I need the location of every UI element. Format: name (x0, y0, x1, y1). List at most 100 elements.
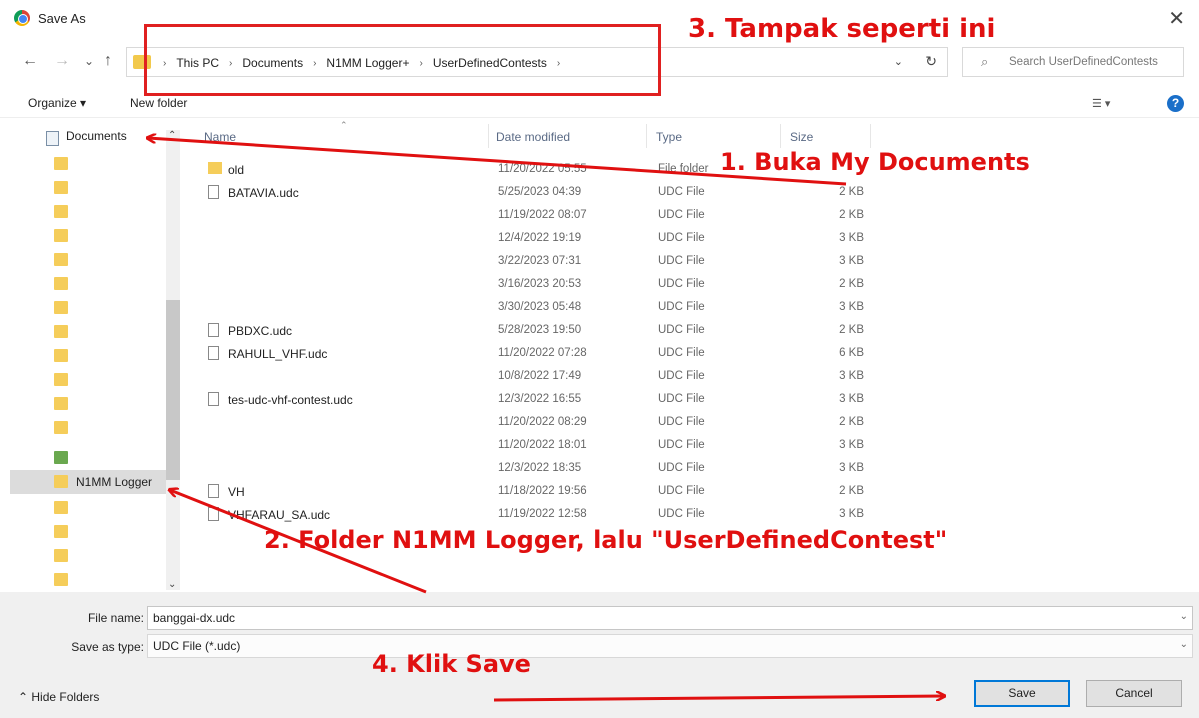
column-divider[interactable] (646, 124, 647, 148)
table-row[interactable]: VH 11/18/2022 19:56 UDC File 2 KB (180, 480, 880, 503)
table-row[interactable]: 11/20/2022 08:29 UDC File 2 KB (180, 411, 880, 434)
file-icon (208, 346, 219, 360)
file-type-cell: UDC File (658, 324, 705, 336)
file-name-cell: old (228, 163, 245, 177)
file-size-cell: 2 KB (839, 209, 864, 221)
column-header-size[interactable]: Size (790, 130, 813, 144)
sidebar-item-folder[interactable] (10, 568, 180, 592)
table-row[interactable]: BATAVIA.udc 5/25/2023 04:39 UDC File 2 KB (180, 181, 880, 204)
sidebar-item-folder[interactable] (10, 368, 180, 392)
folder-icon (54, 373, 68, 386)
table-row[interactable]: 10/8/2022 17:49 UDC File 3 KB (180, 365, 880, 388)
chevron-down-icon[interactable]: ⌄ (1180, 639, 1188, 650)
sidebar-item-folder[interactable] (10, 544, 180, 568)
sidebar-item-folder[interactable] (10, 416, 180, 440)
file-date-cell: 12/3/2022 16:55 (498, 393, 582, 405)
sidebar-item-folder[interactable] (10, 248, 180, 272)
file-date-cell: 10/8/2022 17:49 (498, 370, 582, 382)
sidebar-item-folder[interactable] (10, 152, 180, 176)
scroll-up-icon[interactable]: ⌃ (168, 130, 176, 141)
table-row[interactable]: 3/22/2023 07:31 UDC File 3 KB (180, 250, 880, 273)
search-icon: ⌕ (981, 54, 989, 69)
help-icon[interactable]: ? (1167, 95, 1184, 112)
file-date-cell: 5/25/2023 04:39 (498, 186, 582, 198)
table-row[interactable]: VHFARAU_SA.udc 11/19/2022 12:58 UDC File 3 … (180, 503, 880, 526)
file-size-cell: 3 KB (839, 439, 864, 451)
sidebar-scrollbar[interactable]: ⌃ ⌄ (166, 130, 180, 590)
file-name-cell: VHFARAU_SA.udc (228, 508, 331, 522)
scroll-down-icon[interactable]: ⌄ (168, 579, 176, 590)
sidebar-item-folder[interactable] (10, 392, 180, 416)
sidebar-item-folder[interactable] (10, 224, 180, 248)
sidebar-item-documents[interactable]: Documents (10, 124, 180, 148)
file-size-cell: 2 KB (839, 278, 864, 290)
file-type-cell: UDC File (658, 439, 705, 451)
table-row[interactable]: 11/20/2022 18:01 UDC File 3 KB (180, 434, 880, 457)
folder-icon (54, 421, 68, 434)
save-button[interactable]: Save (974, 680, 1070, 707)
close-icon[interactable]: ✕ (1168, 6, 1185, 31)
column-header-type[interactable]: Type (656, 130, 682, 144)
column-divider[interactable] (780, 124, 781, 148)
table-row[interactable]: tes-udc-vhf-contest.udc 12/3/2022 16:55 UD… (180, 388, 880, 411)
file-date-cell: 3/16/2023 20:53 (498, 278, 582, 290)
table-row[interactable]: 3/30/2023 05:48 UDC File 3 KB (180, 296, 880, 319)
column-header-name[interactable]: Name (204, 130, 236, 144)
file-icon (208, 185, 219, 199)
folder-icon (54, 549, 68, 562)
annotation-step1: 1. Buka My Documents (720, 148, 1030, 176)
hide-folders-button[interactable]: ⌃ Hide Folders (18, 690, 99, 704)
sidebar-item-folder[interactable] (10, 296, 180, 320)
annotation-highlight-box (144, 24, 661, 96)
table-row[interactable]: RAHULL_VHF.udc 11/20/2022 07:28 UDC File 6 … (180, 342, 880, 365)
file-type-cell: UDC File (658, 232, 705, 244)
up-arrow-icon[interactable]: ↑ (104, 52, 112, 70)
column-divider[interactable] (488, 124, 489, 148)
chevron-down-icon[interactable]: ⌄ (1180, 611, 1188, 622)
back-arrow-icon[interactable]: ← (22, 52, 38, 70)
chrome-icon (14, 10, 30, 26)
forward-arrow-icon[interactable]: → (54, 52, 70, 70)
recent-locations-chevron-icon[interactable]: ⌄ (84, 54, 94, 68)
sidebar-item-n1mm-logger[interactable]: N1MM Logger (10, 470, 180, 494)
sidebar-item-folder[interactable] (10, 272, 180, 296)
new-folder-button[interactable]: New folder (130, 96, 187, 110)
file-type-cell: UDC File (658, 416, 705, 428)
file-size-cell: 2 KB (839, 416, 864, 428)
sidebar-item-folder[interactable] (10, 320, 180, 344)
folder-icon (54, 475, 68, 488)
cancel-button[interactable]: Cancel (1086, 680, 1182, 707)
table-row[interactable]: 11/19/2022 08:07 UDC File 2 KB (180, 204, 880, 227)
folder-icon (54, 253, 68, 266)
table-row[interactable]: PBDXC.udc 5/28/2023 19:50 UDC File 2 KB (180, 319, 880, 342)
search-placeholder: Search UserDefinedContests (1009, 56, 1158, 68)
view-options-icon[interactable]: ☰ ▾ (1092, 97, 1110, 110)
organize-button[interactable]: Organize ▾ (28, 96, 86, 110)
save-type-select[interactable]: UDC File (*.udc) ⌄ (147, 634, 1193, 658)
file-date-cell: 11/20/2022 08:29 (498, 416, 587, 428)
search-box[interactable]: ⌕ Search UserDefinedContests (962, 47, 1184, 77)
column-header-date[interactable]: Date modified (496, 130, 570, 144)
sidebar-item-onedrive[interactable] (10, 446, 180, 470)
file-name-field[interactable]: banggai-dx.udc ⌄ (147, 606, 1193, 630)
address-dropdown-icon[interactable]: ⌄ (894, 55, 903, 68)
folder-icon (54, 157, 68, 170)
sidebar-item-folder[interactable] (10, 176, 180, 200)
file-name-value: banggai-dx.udc (153, 611, 236, 625)
sort-ascending-icon: ⌃ (340, 120, 348, 130)
file-type-cell: UDC File (658, 508, 705, 520)
scrollbar-thumb[interactable] (166, 300, 180, 480)
sidebar-item-folder[interactable] (10, 344, 180, 368)
table-row[interactable]: 12/3/2022 18:35 UDC File 3 KB (180, 457, 880, 480)
file-date-cell: 12/3/2022 18:35 (498, 462, 582, 474)
file-size-cell: 3 KB (839, 462, 864, 474)
annotation-step4: 4. Klik Save (372, 650, 531, 678)
column-divider[interactable] (870, 124, 871, 148)
table-row[interactable]: 12/4/2022 19:19 UDC File 3 KB (180, 227, 880, 250)
table-row[interactable]: 3/16/2023 20:53 UDC File 2 KB (180, 273, 880, 296)
folder-icon (54, 397, 68, 410)
sidebar-item-folder[interactable] (10, 520, 180, 544)
sidebar-item-folder[interactable] (10, 200, 180, 224)
refresh-icon[interactable]: ↻ (925, 53, 937, 70)
sidebar-item-folder[interactable] (10, 496, 180, 520)
